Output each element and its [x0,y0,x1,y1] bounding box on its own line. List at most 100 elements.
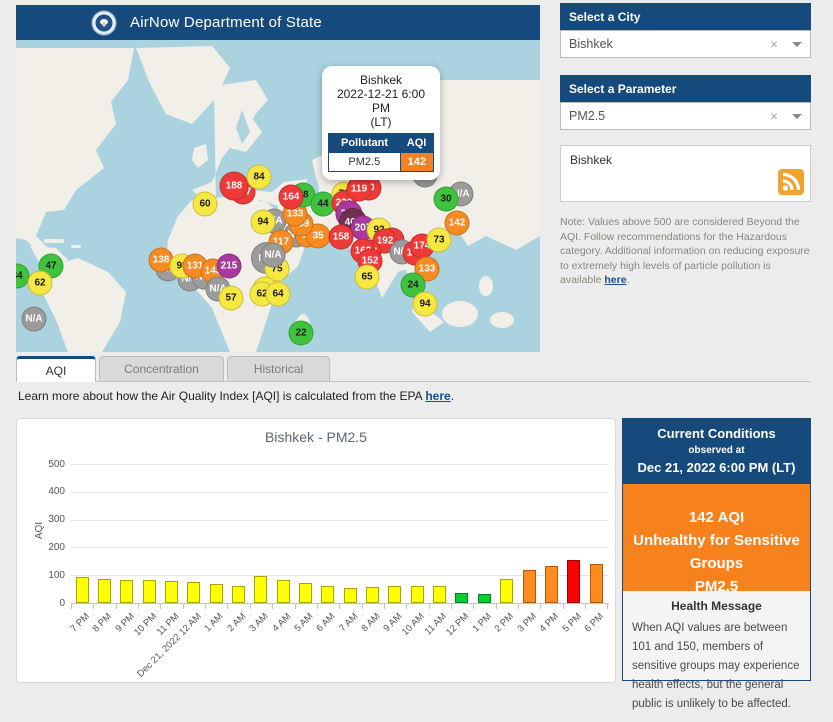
popup-aqi-value: 142 [400,153,433,172]
chart-gridline [71,492,609,493]
learn-more-text: Learn more about how the Air Quality Ind… [18,389,454,403]
sidebar: Select a City Bishkek × Select a Paramet… [560,3,811,288]
chart-xtick-label: 7 PM [68,611,91,634]
chart-xtick-mark [384,604,385,609]
chart-bar [321,586,334,603]
chart-bar [344,588,357,603]
note-here-link[interactable]: here [604,274,626,286]
chart-xtick-mark [473,604,474,609]
observed-at-label: observed at [627,445,806,456]
chart-xtick-label: 2 PM [493,611,516,634]
aqi-value-line: 142 AQI [631,506,802,529]
chart-xtick-mark [183,604,184,609]
chart-bar [590,564,603,603]
chart-bar [455,593,468,603]
aqi-map-marker[interactable]: 188 [220,172,249,201]
chart-xtick-mark [227,604,228,609]
chart-xtick-mark [585,604,586,609]
aqi-map-marker[interactable]: 119 [347,177,372,202]
chart-xtick-mark [540,604,541,609]
chart-xtick-mark [429,604,430,609]
state-department-seal-icon [91,10,117,36]
city-select[interactable]: Bishkek × [560,30,811,58]
map-popup: Bishkek 2022-12-21 6:00 PM (LT) Pollutan… [322,66,440,180]
chart-xtick-label: 7 AM [337,611,360,634]
chart-panel: Bishkek - PM2.5 AQI 01002003004005007 PM… [16,418,616,683]
popup-datetime: 2022-12-21 6:00 PM [328,87,434,115]
chart-bar [76,577,89,603]
app-header: AirNow Department of State [16,5,540,40]
chart-xtick-label: 3 PM [515,611,538,634]
aqi-map-marker[interactable]: 215 [217,254,242,279]
chart-bar [143,580,156,603]
chart-bar [366,587,379,603]
popup-lt: (LT) [328,115,434,129]
aqi-map-marker[interactable]: 142 [445,211,470,236]
chart-bar [500,579,513,603]
chart-bar [388,586,401,603]
chart-bar [567,560,580,603]
popup-pollutant-value: PM2.5 [329,153,401,172]
parameter-dropdown-arrow-icon[interactable] [792,114,802,119]
parameter-select[interactable]: PM2.5 × [560,102,811,130]
tab-aqi[interactable]: AQI [16,356,96,382]
aqi-map-marker[interactable]: 30 [434,187,459,212]
chart-xtick-mark [339,604,340,609]
tab-historical[interactable]: Historical [227,356,330,381]
aqi-summary: 142 AQI Unhealthy for Sensitive Groups P… [623,484,810,591]
health-message: Health Message When AQI values are betwe… [623,591,810,722]
chart-bar [277,580,290,603]
chart-xtick-label: 4 PM [538,611,561,634]
popup-table: Pollutant AQI PM2.5 142 [328,133,434,172]
chart-xtick-label: 3 AM [247,611,270,634]
learn-more-here-link[interactable]: here [425,389,450,403]
chart-bar [545,566,558,603]
aqi-map-marker[interactable]: N/A [261,243,286,268]
aqi-map-marker[interactable]: 62 [28,271,53,296]
chart-xtick-label: 12 PM [445,611,472,638]
city-clear-icon[interactable]: × [770,36,778,52]
aqi-map-marker[interactable]: 65 [355,265,380,290]
feed-title: Bishkek [570,153,801,167]
parameter-clear-icon[interactable]: × [770,108,778,124]
aqi-map-marker[interactable]: 158 [329,225,354,250]
chart-ytick-label: 200 [23,542,65,553]
current-conditions-panel: Current Conditions observed at Dec 21, 2… [622,418,811,681]
aqi-map-marker[interactable]: 84 [247,165,272,190]
chart-xtick-mark [406,604,407,609]
aqi-map-marker[interactable]: 94 [251,210,276,235]
aqi-map-marker[interactable]: N/A [22,307,47,332]
aqi-map-marker[interactable]: 94 [413,292,438,317]
chart-xtick-mark [160,604,161,609]
current-conditions-title: Current Conditions [627,426,806,441]
chart-xtick-mark [317,604,318,609]
chart-xtick-mark [205,604,206,609]
chart-xtick-label: 10 AM [400,611,427,638]
chart-xtick-label: 6 AM [315,611,338,634]
select-city-header: Select a City [560,3,811,30]
city-dropdown-arrow-icon[interactable] [792,42,802,47]
chart-bar [299,583,312,603]
rss-icon[interactable] [778,169,804,195]
chart-ytick-label: 500 [23,459,65,470]
chart-xtick-mark [295,604,296,609]
tab-concentration[interactable]: Concentration [99,356,224,381]
aqi-category-line: Unhealthy for Sensitive Groups [631,529,802,575]
aqi-map-marker[interactable]: 164 [279,185,304,210]
chart-bar [232,586,245,603]
aqi-map-marker[interactable]: 57 [219,286,244,311]
chart-xtick-label: 6 PM [582,611,605,634]
chart-xtick-label: 4 AM [270,611,293,634]
aqi-map-marker[interactable]: 60 [193,192,218,217]
chart-xtick-mark [563,604,564,609]
chart-ytick-label: 300 [23,514,65,525]
aqi-map-marker[interactable]: 22 [289,321,314,346]
world-map[interactable]: 344762N/A1571888460N/A94N/AN/AN/A1389813… [16,40,540,352]
chart-gridline [71,520,609,521]
chart-xtick-label: 8 PM [91,611,114,634]
aqi-map-marker[interactable]: 64 [266,282,291,307]
chart-bar [433,586,446,603]
chart-xtick-mark [496,604,497,609]
chart-xtick-label: 8 AM [359,611,382,634]
chart-ytick-label: 0 [23,598,65,609]
